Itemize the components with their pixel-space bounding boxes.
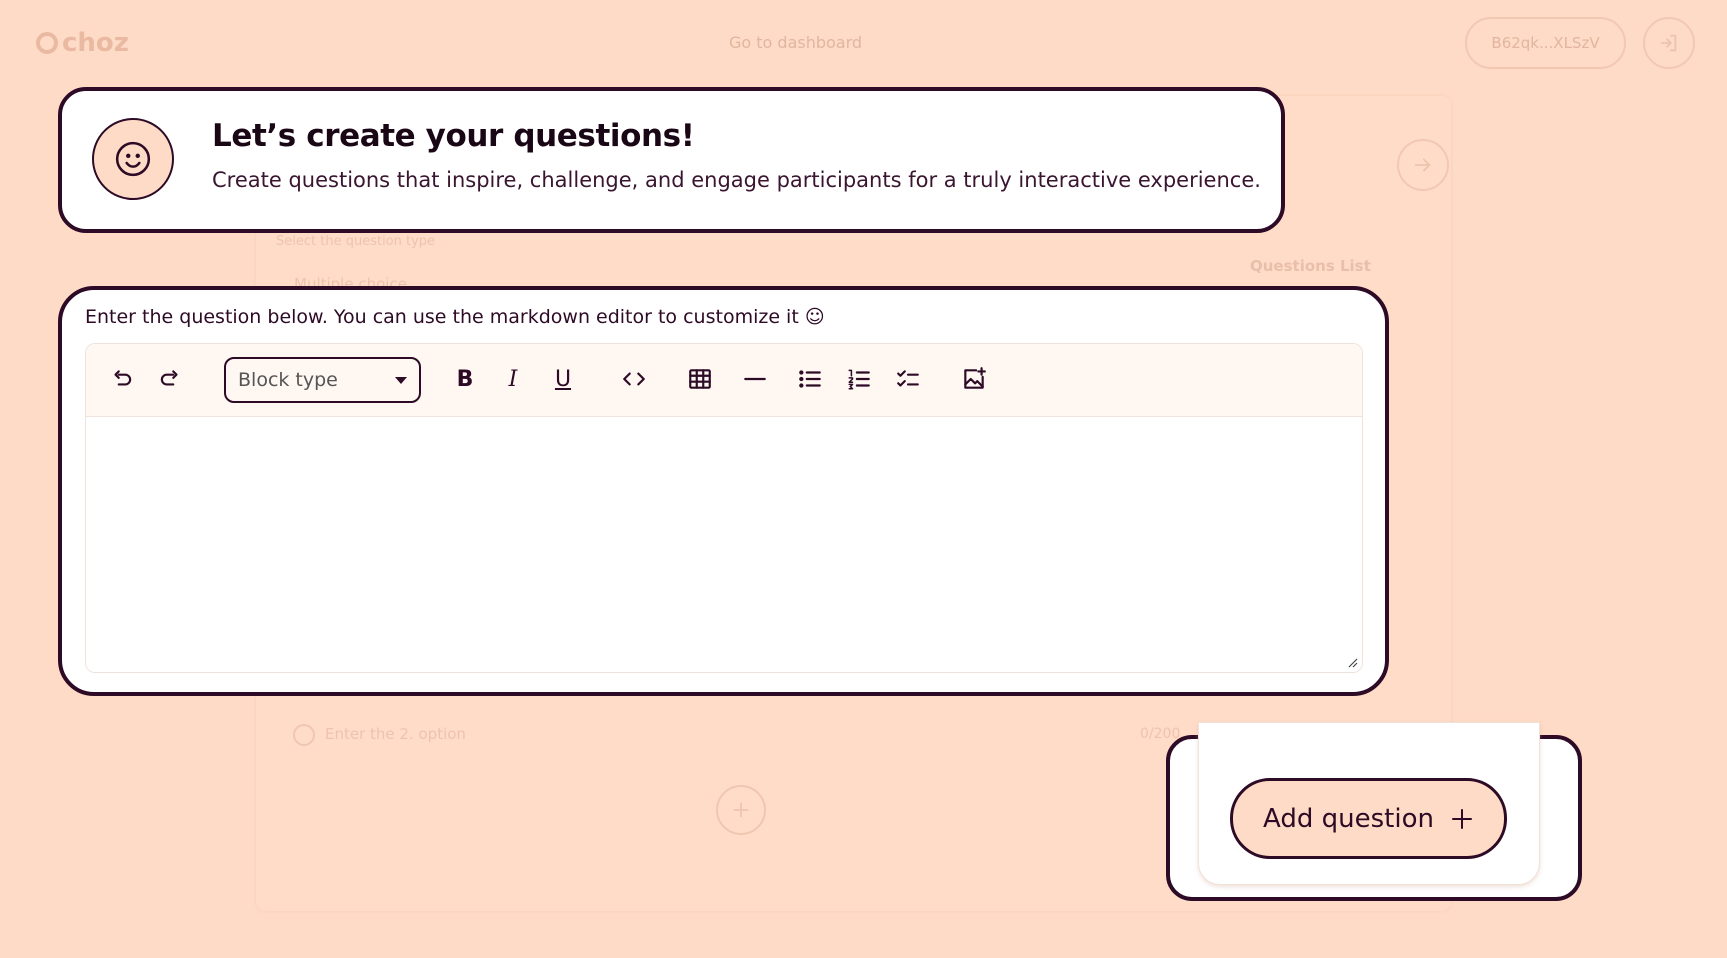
- plus-icon: [733, 802, 749, 818]
- horizontal-rule-button[interactable]: [738, 362, 772, 396]
- horizontal-rule-icon: [744, 377, 766, 381]
- markdown-editor[interactable]: Block type B I U: [85, 343, 1363, 673]
- insert-image-button[interactable]: [957, 362, 991, 396]
- question-type-label: Select the question type: [276, 234, 436, 249]
- insert-image-icon: [964, 367, 986, 389]
- resize-handle-icon[interactable]: [1346, 656, 1358, 668]
- arrow-right-icon: [1414, 158, 1431, 172]
- code-icon: [623, 372, 645, 386]
- questions-list-title: Questions List: [1250, 257, 1371, 275]
- logout-button[interactable]: [1643, 17, 1695, 69]
- block-type-select[interactable]: Block type: [224, 357, 421, 403]
- undo-icon: [114, 370, 132, 386]
- caret-down-icon: [395, 376, 407, 384]
- redo-icon: [160, 370, 178, 386]
- checklist-icon: [897, 370, 919, 387]
- option-char-counter: 0/200: [1140, 726, 1181, 742]
- numbered-list-icon: [848, 369, 870, 390]
- bullet-list-button[interactable]: [793, 362, 827, 396]
- wallet-address-button[interactable]: B62qk...XLSzV: [1465, 17, 1626, 69]
- editor-toolbar: Block type B I U: [86, 344, 1362, 417]
- option-input[interactable]: Enter the 2. option: [325, 725, 466, 743]
- logo-text: choz: [62, 28, 129, 58]
- italic-button[interactable]: I: [498, 364, 528, 394]
- intro-description: Create questions that inspire, challenge…: [212, 168, 1261, 192]
- block-type-label: Block type: [238, 369, 338, 391]
- add-question-button[interactable]: Add question: [1230, 778, 1507, 859]
- editor-instructions: Enter the question below. You can use th…: [85, 306, 825, 328]
- italic-icon: I: [508, 366, 518, 392]
- smiley-icon: [92, 118, 174, 200]
- bold-icon: B: [456, 366, 474, 392]
- underline-icon: U: [554, 366, 572, 392]
- logout-icon: [1660, 34, 1677, 52]
- checklist-button[interactable]: [891, 362, 925, 396]
- editor-content-area[interactable]: [86, 418, 1362, 672]
- intro-title: Let’s create your questions!: [212, 118, 695, 154]
- redo-button[interactable]: [153, 362, 187, 396]
- bold-button[interactable]: B: [450, 364, 480, 394]
- add-option-button[interactable]: [716, 785, 766, 835]
- go-to-dashboard-link[interactable]: Go to dashboard: [729, 33, 862, 52]
- plus-icon: [1451, 808, 1472, 829]
- next-step-button[interactable]: [1397, 139, 1449, 191]
- option-radio[interactable]: [293, 724, 315, 746]
- choz-logo-icon: [36, 32, 58, 54]
- add-question-label: Add question: [1263, 803, 1434, 834]
- choz-logo[interactable]: choz: [36, 28, 129, 58]
- table-icon: [689, 369, 711, 389]
- undo-button[interactable]: [105, 362, 139, 396]
- underline-button[interactable]: U: [548, 364, 578, 394]
- code-button[interactable]: [617, 362, 651, 396]
- intro-card: [58, 87, 1285, 233]
- table-button[interactable]: [683, 362, 717, 396]
- numbered-list-button[interactable]: [842, 362, 876, 396]
- bullet-list-icon: [799, 370, 821, 388]
